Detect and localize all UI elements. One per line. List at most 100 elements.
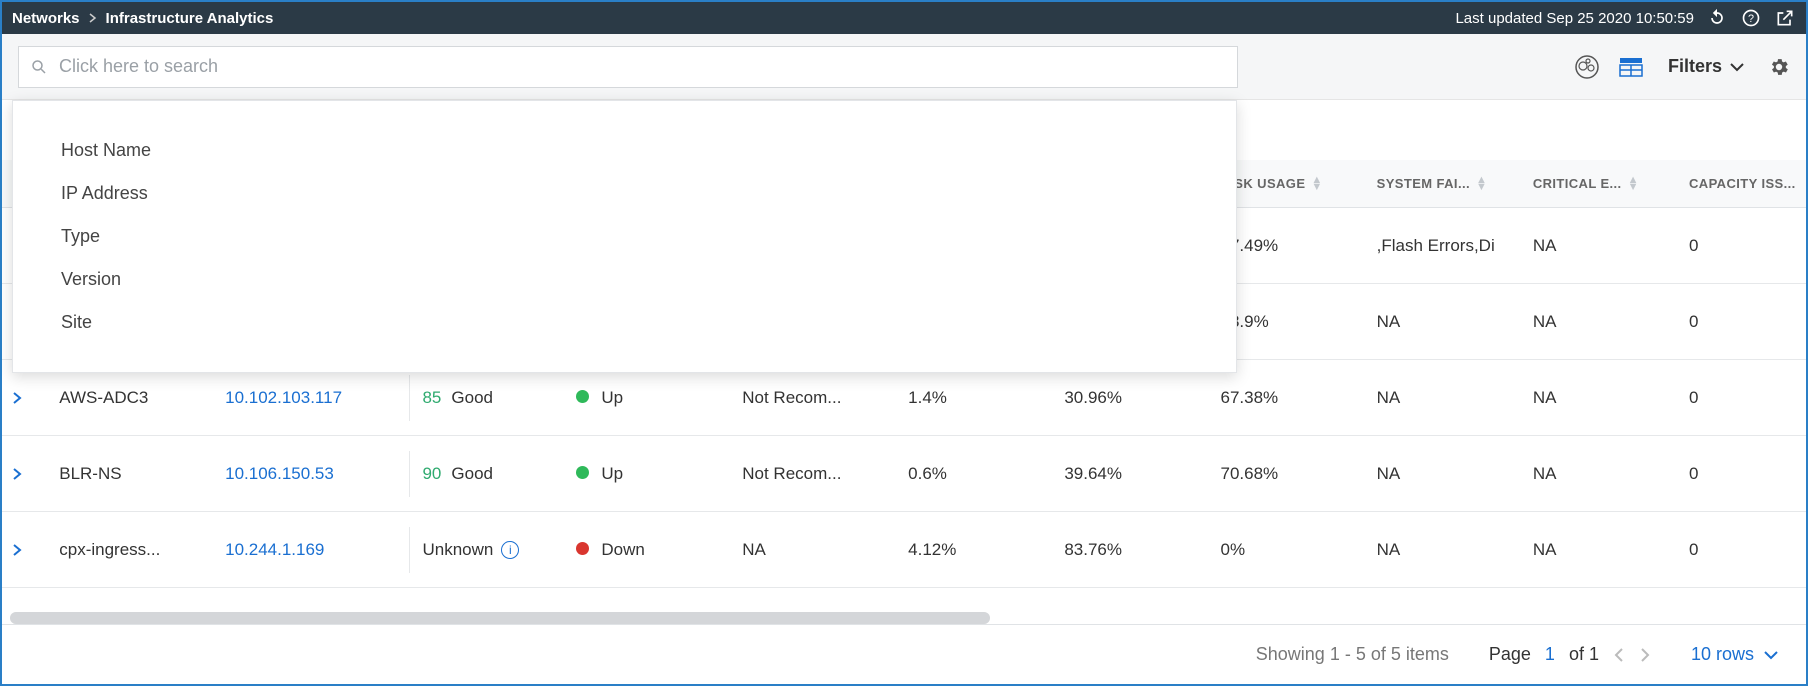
score-label: Unknown (422, 540, 493, 560)
cell-crit: NA (1523, 464, 1679, 484)
table-row: BLR-NS 10.106.150.53 90 Good Up Not Reco… (2, 436, 1806, 512)
circle-packing-view-icon[interactable] (1574, 54, 1600, 80)
chevron-right-icon (88, 13, 98, 23)
cell-mem: 30.96% (1054, 388, 1210, 408)
score-label: Good (451, 388, 493, 408)
cell-cpu: 4.12% (898, 540, 1054, 560)
cell-ip-link[interactable]: 10.102.103.117 (215, 388, 400, 408)
breadcrumb-item[interactable]: Infrastructure Analytics (106, 10, 274, 27)
cell-cap: 0 (1679, 464, 1806, 484)
external-link-icon[interactable] (1774, 7, 1796, 29)
cell-sys: NA (1367, 464, 1523, 484)
col-label: CRITICAL E... (1533, 176, 1622, 191)
cell-ip-link[interactable]: 10.106.150.53 (215, 464, 400, 484)
page-label: Page (1489, 644, 1531, 665)
search-container (18, 46, 1238, 88)
col-critical-events[interactable]: CRITICAL E... ▲▼ (1523, 176, 1679, 191)
state-label: Down (601, 540, 644, 559)
page-total: of 1 (1569, 644, 1599, 665)
cell-disk: 70.68% (1210, 464, 1366, 484)
cell-ip-link[interactable]: 10.244.1.169 (215, 540, 400, 560)
last-updated-text: Last updated Sep 25 2020 10:50:59 (1455, 10, 1694, 27)
chevron-down-icon (1730, 62, 1744, 72)
cell-disk: 67.38% (1210, 388, 1366, 408)
search-input[interactable] (18, 46, 1238, 88)
filters-button[interactable]: Filters (1668, 56, 1744, 77)
search-suggestion-item[interactable]: Site (13, 301, 1236, 344)
cell-ha: Not Recom... (732, 388, 898, 408)
horizontal-scrollbar[interactable] (10, 612, 990, 624)
breadcrumb-item[interactable]: Networks (12, 10, 80, 27)
col-system-failure[interactable]: SYSTEM FAI... ▲▼ (1367, 176, 1523, 191)
filters-label: Filters (1668, 56, 1722, 77)
table-view-icon[interactable] (1618, 54, 1644, 80)
rows-label: 10 rows (1691, 644, 1754, 665)
search-suggestion-item[interactable]: Host Name (13, 129, 1236, 172)
expand-row-icon[interactable] (12, 543, 39, 557)
status-dot-icon (576, 542, 589, 555)
refresh-icon[interactable] (1706, 7, 1728, 29)
cell-host: AWS-ADC3 (49, 388, 215, 408)
score-value: 85 (422, 388, 441, 408)
cell-sys: NA (1367, 540, 1523, 560)
scrollbar-thumb[interactable] (10, 612, 990, 624)
cell-cpu: 0.6% (898, 464, 1054, 484)
col-capacity-issues[interactable]: CAPACITY ISS... (1679, 176, 1806, 191)
cell-sys: NA (1367, 312, 1523, 332)
top-header: Networks Infrastructure Analytics Last u… (2, 2, 1806, 34)
settings-icon[interactable] (1768, 56, 1790, 78)
status-dot-icon (576, 390, 589, 403)
cell-disk: 0% (1210, 540, 1366, 560)
grid-footer: Showing 1 - 5 of 5 items Page 1 of 1 10 … (2, 624, 1806, 684)
toolbar-right: Filters (1574, 54, 1790, 80)
sort-icon: ▲▼ (1476, 177, 1487, 191)
cell-sys: ,Flash Errors,Di (1367, 236, 1523, 256)
search-suggestions-dropdown: Host Name IP Address Type Version Site (12, 100, 1237, 373)
sort-icon: ▲▼ (1628, 177, 1639, 191)
cell-cap: 0 (1679, 312, 1806, 332)
view-mode-switch (1574, 54, 1644, 80)
sort-icon: ▲▼ (1311, 177, 1322, 191)
cell-mem: 83.76% (1054, 540, 1210, 560)
search-suggestion-item[interactable]: IP Address (13, 172, 1236, 215)
rows-per-page-select[interactable]: 10 rows (1691, 644, 1778, 665)
cell-host: BLR-NS (49, 464, 215, 484)
cell-crit: NA (1523, 236, 1679, 256)
score-value: 90 (422, 464, 441, 484)
search-suggestion-item[interactable]: Type (13, 215, 1236, 258)
svg-text:?: ? (1748, 13, 1754, 25)
chevron-down-icon (1764, 650, 1778, 660)
cell-cap: 0 (1679, 388, 1806, 408)
col-label: SYSTEM FAI... (1377, 176, 1470, 191)
toolbar: Filters (2, 34, 1806, 100)
help-icon[interactable]: ? (1740, 7, 1762, 29)
cell-crit: NA (1523, 388, 1679, 408)
showing-text: Showing 1 - 5 of 5 items (1256, 644, 1449, 665)
info-icon[interactable]: i (501, 541, 519, 559)
cell-ha: Not Recom... (732, 464, 898, 484)
cell-crit: NA (1523, 540, 1679, 560)
next-page-icon[interactable] (1639, 647, 1651, 663)
page-current[interactable]: 1 (1545, 644, 1555, 665)
score-label: Good (451, 464, 493, 484)
pagination: Page 1 of 1 (1489, 644, 1651, 665)
cell-host: cpx-ingress... (49, 540, 215, 560)
cell-cap: 0 (1679, 236, 1806, 256)
expand-row-icon[interactable] (12, 467, 39, 481)
state-label: Up (601, 388, 623, 407)
search-icon (30, 58, 48, 76)
search-suggestion-item[interactable]: Version (13, 258, 1236, 301)
prev-page-icon[interactable] (1613, 647, 1625, 663)
cell-cpu: 1.4% (898, 388, 1054, 408)
cell-cap: 0 (1679, 540, 1806, 560)
status-dot-icon (576, 466, 589, 479)
cell-mem: 39.64% (1054, 464, 1210, 484)
table-row: cpx-ingress... 10.244.1.169 Unknown i Do… (2, 512, 1806, 588)
cell-crit: NA (1523, 312, 1679, 332)
breadcrumb: Networks Infrastructure Analytics (12, 10, 273, 27)
col-label: CAPACITY ISS... (1689, 176, 1796, 191)
cell-sys: NA (1367, 388, 1523, 408)
expand-row-icon[interactable] (12, 391, 39, 405)
state-label: Up (601, 464, 623, 483)
cell-ha: NA (732, 540, 898, 560)
